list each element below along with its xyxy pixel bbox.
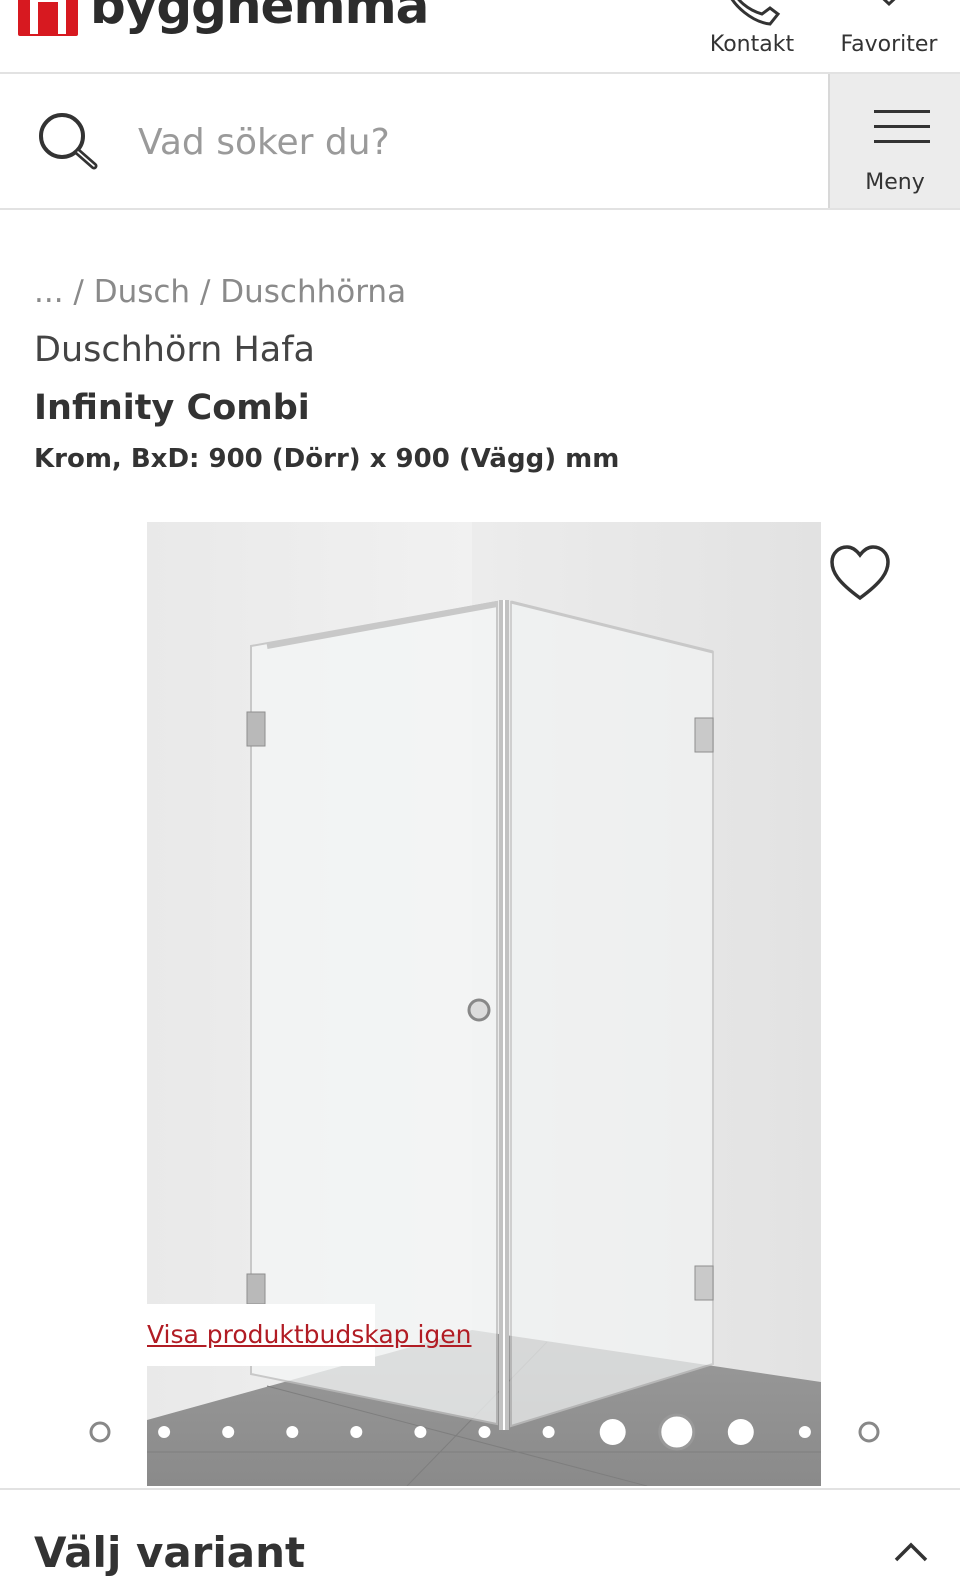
gallery-dot[interactable] <box>414 1426 427 1438</box>
gallery-dot[interactable] <box>727 1419 754 1445</box>
contact-button[interactable]: Kontakt <box>700 0 804 72</box>
gallery-dot[interactable] <box>858 1421 880 1443</box>
search-icon[interactable] <box>36 110 102 176</box>
gallery-dot[interactable] <box>158 1426 171 1438</box>
chevron-up-icon[interactable] <box>894 1542 928 1562</box>
breadcrumb-item-duschhorna[interactable]: Duschhörna <box>220 274 406 310</box>
gallery-dot[interactable] <box>222 1426 235 1438</box>
brand-name: byggnemma <box>90 0 429 35</box>
site-header: byggnemma Kontakt Favoriter <box>0 0 960 74</box>
gallery-dot[interactable] <box>89 1421 111 1443</box>
gallery-dot[interactable] <box>599 1419 626 1445</box>
variant-section-header[interactable]: Välj variant <box>0 1488 960 1590</box>
phone-icon <box>730 0 781 26</box>
product-title: Infinity Combi <box>34 388 310 428</box>
gallery-dot-active[interactable] <box>658 1413 696 1451</box>
gallery-pagination[interactable] <box>0 520 960 1486</box>
brand-logo[interactable]: byggnemma <box>18 0 429 36</box>
gallery-dot[interactable] <box>542 1426 555 1438</box>
breadcrumb-item-root[interactable]: ... <box>34 274 64 310</box>
variant-title: Välj variant <box>34 1528 306 1577</box>
gallery-dot[interactable] <box>478 1426 491 1438</box>
product-gallery[interactable]: Visa produktbudskap igen <box>0 520 960 1486</box>
breadcrumb-item-dusch[interactable]: Dusch <box>94 274 190 310</box>
favorites-label: Favoriter <box>840 32 938 57</box>
gallery-dot[interactable] <box>798 1426 811 1438</box>
heart-icon <box>882 0 896 7</box>
gallery-dot[interactable] <box>350 1426 363 1438</box>
contact-label: Kontakt <box>709 32 795 57</box>
menu-button[interactable]: Meny <box>828 74 960 208</box>
gallery-dot[interactable] <box>286 1426 299 1438</box>
breadcrumb-separator: / <box>190 274 221 310</box>
favorites-button[interactable]: Favoriter <box>830 0 948 72</box>
product-subtitle: Krom, BxD: 900 (Dörr) x 900 (Vägg) mm <box>34 444 620 474</box>
hamburger-icon <box>874 110 930 155</box>
logo-mark-icon <box>18 0 78 36</box>
search-bar: Meny <box>0 74 960 210</box>
product-brand-line[interactable]: Duschhörn Hafa <box>34 330 315 370</box>
breadcrumb: ... / Dusch / Duschhörna <box>34 274 406 310</box>
breadcrumb-separator: / <box>63 274 94 310</box>
search-input[interactable] <box>124 104 784 180</box>
menu-label: Meny <box>865 170 925 195</box>
